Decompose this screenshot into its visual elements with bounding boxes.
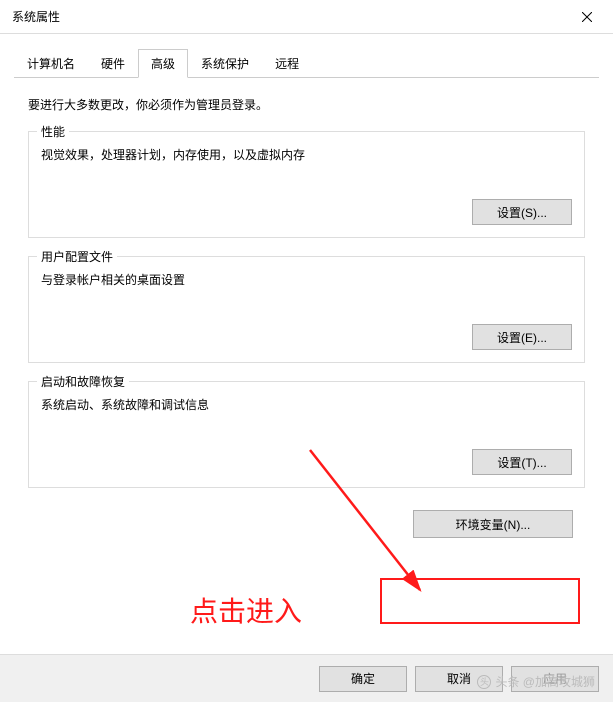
annotation-label: 点击进入 [190,590,302,630]
window-title: 系统属性 [12,8,60,25]
user-profiles-settings-button[interactable]: 设置(E)... [472,324,572,350]
startup-recovery-desc: 系统启动、系统故障和调试信息 [41,396,572,413]
performance-group: 性能 视觉效果，处理器计划，内存使用，以及虚拟内存 设置(S)... [28,131,585,238]
content-area: 计算机名 硬件 高级 系统保护 远程 要进行大多数更改，你必须作为管理员登录。 … [0,34,613,552]
titlebar: 系统属性 [0,0,613,34]
tab-strip: 计算机名 硬件 高级 系统保护 远程 [14,48,599,78]
startup-recovery-group: 启动和故障恢复 系统启动、系统故障和调试信息 设置(T)... [28,381,585,488]
tab-system-protection[interactable]: 系统保护 [188,49,262,78]
environment-variables-button[interactable]: 环境变量(N)... [413,510,573,538]
user-profiles-legend: 用户配置文件 [37,248,117,265]
tab-computer-name[interactable]: 计算机名 [14,49,88,78]
env-vars-row: 环境变量(N)... [28,510,585,538]
tab-remote[interactable]: 远程 [262,49,312,78]
advanced-panel: 要进行大多数更改，你必须作为管理员登录。 性能 视觉效果，处理器计划，内存使用，… [14,78,599,552]
startup-recovery-settings-button[interactable]: 设置(T)... [472,449,572,475]
annotation-highlight-box [380,578,580,624]
close-icon [582,12,592,22]
tab-advanced[interactable]: 高级 [138,49,188,78]
user-profiles-desc: 与登录帐户相关的桌面设置 [41,271,572,288]
close-button[interactable] [565,2,609,32]
apply-button[interactable]: 应用 [511,666,599,692]
performance-settings-button[interactable]: 设置(S)... [472,199,572,225]
performance-desc: 视觉效果，处理器计划，内存使用，以及虚拟内存 [41,146,572,163]
dialog-footer: 确定 取消 应用 [0,654,613,702]
user-profiles-group: 用户配置文件 与登录帐户相关的桌面设置 设置(E)... [28,256,585,363]
intro-text: 要进行大多数更改，你必须作为管理员登录。 [28,96,585,113]
ok-button[interactable]: 确定 [319,666,407,692]
tab-hardware[interactable]: 硬件 [88,49,138,78]
startup-recovery-legend: 启动和故障恢复 [37,373,129,390]
performance-legend: 性能 [37,123,69,140]
cancel-button[interactable]: 取消 [415,666,503,692]
